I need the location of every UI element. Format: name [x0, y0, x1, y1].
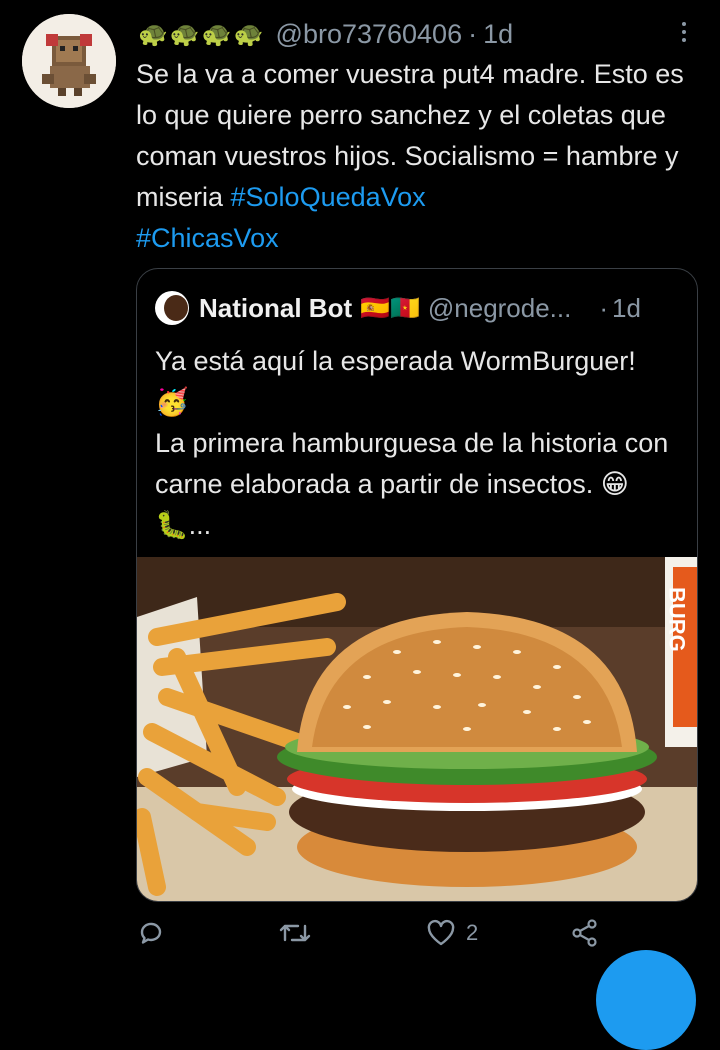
share-button[interactable]	[570, 918, 600, 948]
tweet-actions: 2	[136, 918, 606, 958]
hashtag-chicasvox[interactable]: #ChicasVox	[136, 223, 279, 253]
retweet-button[interactable]	[278, 918, 312, 948]
quoted-author-avatar[interactable]	[155, 291, 189, 325]
quoted-tweet-time[interactable]: 1d	[612, 293, 641, 324]
more-options-icon[interactable]	[675, 16, 693, 48]
like-count: 2	[466, 920, 479, 945]
quoted-author-handle[interactable]: @negrode...	[428, 293, 571, 324]
reply-icon	[140, 922, 162, 944]
quoted-author-flags: 🇪🇸🇨🇲	[360, 294, 420, 322]
tweet-time[interactable]: 1d	[483, 19, 513, 50]
separator-dot: ·	[599, 292, 609, 323]
quoted-tweet[interactable]: National Bot 🇪🇸🇨🇲 @negrode... · 1d Ya es…	[136, 268, 698, 902]
cup-logo-text: BURG	[665, 587, 690, 652]
tweet-header: 🐢🐢🐢🐢 @bro73760406 · 1d	[138, 16, 513, 52]
quoted-author-name[interactable]: National Bot	[199, 293, 352, 324]
burger-photo[interactable]: BURG	[137, 557, 698, 902]
heart-icon	[427, 919, 455, 946]
share-icon	[572, 919, 597, 947]
author-avatar[interactable]	[22, 14, 116, 108]
like-button[interactable]: 2	[426, 918, 478, 948]
compose-tweet-button[interactable]	[596, 950, 696, 1050]
tweet-text: Se la va a comer vuestra put4 madre. Est…	[136, 54, 706, 259]
author-handle[interactable]: @bro73760406	[276, 19, 463, 50]
hashtag-soloquedavox[interactable]: #SoloQuedaVox	[231, 182, 426, 212]
retweet-icon	[279, 924, 311, 942]
separator-dot: ·	[468, 18, 478, 49]
reply-button[interactable]	[136, 918, 166, 948]
author-display-name[interactable]: 🐢🐢🐢🐢	[138, 20, 266, 49]
quoted-tweet-text: Ya está aquí la esperada WormBurguer! 🥳 …	[155, 346, 669, 540]
quoted-tweet-header: National Bot 🇪🇸🇨🇲 @negrode... · 1d	[155, 291, 641, 325]
